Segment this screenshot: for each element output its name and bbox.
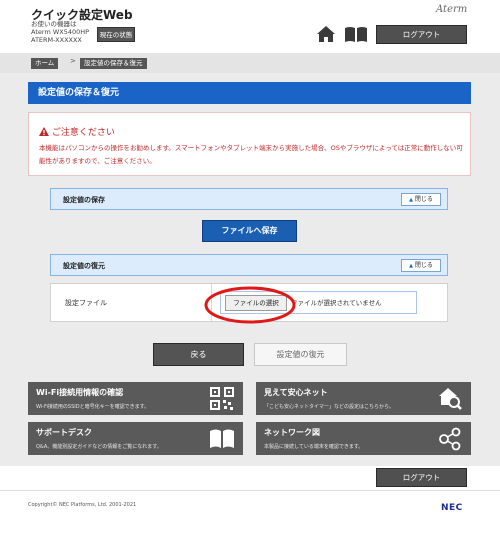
home-search-icon: [439, 388, 462, 410]
tile-description: Q&A、機能別設定ガイドなどの情報をご覧になれます。: [36, 444, 162, 450]
copyright: Copyright© NEC Platforms, Ltd. 2001-2021: [28, 502, 137, 508]
close-label: 閉じる: [414, 262, 433, 269]
tile-description: Wi-Fi接続用のSSIDと暗号化キーを確認できます。: [36, 404, 150, 410]
device-caption: お使いの機器は: [31, 20, 77, 28]
network-map-tile[interactable]: ネットワーク図 本製品に接続している端末を確認できます。: [256, 422, 471, 455]
mieru-anshin-net-tile[interactable]: 見えて安心ネット 「こども安心ネットタイマー」などの設定はこちらから。: [256, 382, 471, 415]
caution-title-text: ご注意ください: [51, 128, 115, 138]
network-icon: [439, 427, 461, 451]
breadcrumb-home[interactable]: ホーム: [31, 58, 59, 69]
chevron-up-icon: ▲: [409, 263, 413, 269]
highlight-circle: [204, 286, 296, 324]
settings-file-label: 設定ファイル: [65, 299, 107, 307]
support-desk-tile[interactable]: サポートデスク Q&A、機能別設定ガイドなどの情報をご覧になれます。: [28, 422, 243, 455]
brand-logo: Aterm: [436, 4, 468, 15]
save-section-title: 設定値の保存: [63, 196, 105, 204]
tile-title: サポートデスク: [36, 428, 92, 437]
save-section-header: 設定値の保存 ▲ 閉じる: [50, 188, 448, 210]
logout-button-bottom[interactable]: ログアウト: [376, 468, 467, 487]
warning-icon: [39, 127, 49, 136]
tile-title: ネットワーク図: [264, 428, 320, 437]
nec-logo: NEC: [441, 503, 463, 513]
breadcrumb-current: 設定値の保存＆復元: [80, 58, 147, 69]
breadcrumb-separator: >: [70, 57, 76, 65]
device-model: Aterm WX5400HP: [31, 28, 90, 36]
wifi-info-tile[interactable]: Wi-Fi接続用情報の確認 Wi-Fi接続用のSSIDと暗号化キーを確認できます…: [28, 382, 243, 415]
restore-settings-button[interactable]: 設定値の復元: [254, 343, 347, 366]
qr-code-icon: [210, 387, 234, 410]
book-icon[interactable]: [344, 25, 368, 43]
header: クイック設定Web お使いの機器は Aterm WX5400HP ATERM-X…: [0, 0, 500, 52]
restore-section-close-button[interactable]: ▲ 閉じる: [401, 259, 441, 272]
tile-description: 「こども安心ネットタイマー」などの設定はこちらから。: [264, 404, 395, 410]
book-icon: [210, 429, 234, 448]
chevron-up-icon: ▲: [409, 197, 413, 203]
file-status-text: ファイルが選択されていません: [291, 299, 382, 307]
save-section-close-button[interactable]: ▲ 閉じる: [401, 193, 441, 206]
logout-button[interactable]: ログアウト: [376, 25, 467, 44]
close-label: 閉じる: [414, 196, 433, 203]
caution-title: ご注意ください: [39, 125, 115, 138]
status-button[interactable]: 現在の状態: [97, 27, 135, 42]
home-icon[interactable]: [316, 25, 336, 43]
back-button[interactable]: 戻る: [153, 343, 244, 366]
tile-title: Wi-Fi接続用情報の確認: [36, 388, 124, 397]
caution-box: ご注意ください 本機能はパソコンからの操作をお勧めします。スマートフォンやタブレ…: [28, 112, 471, 176]
caution-body: 本機能はパソコンからの操作をお勧めします。スマートフォンやタブレット端末から実施…: [39, 144, 463, 165]
footer-divider: [0, 490, 500, 491]
restore-section-header: 設定値の復元 ▲ 閉じる: [50, 254, 448, 276]
tile-description: 本製品に接続している端末を確認できます。: [264, 444, 364, 450]
tile-title: 見えて安心ネット: [264, 388, 328, 397]
save-to-file-button[interactable]: ファイルへ保存: [202, 220, 297, 242]
device-id: ATERM-XXXXXX: [31, 36, 82, 44]
device-info: お使いの機器は Aterm WX5400HP ATERM-XXXXXX: [31, 20, 89, 44]
page-title: 設定値の保存＆復元: [28, 82, 471, 104]
restore-section-title: 設定値の復元: [63, 262, 105, 270]
